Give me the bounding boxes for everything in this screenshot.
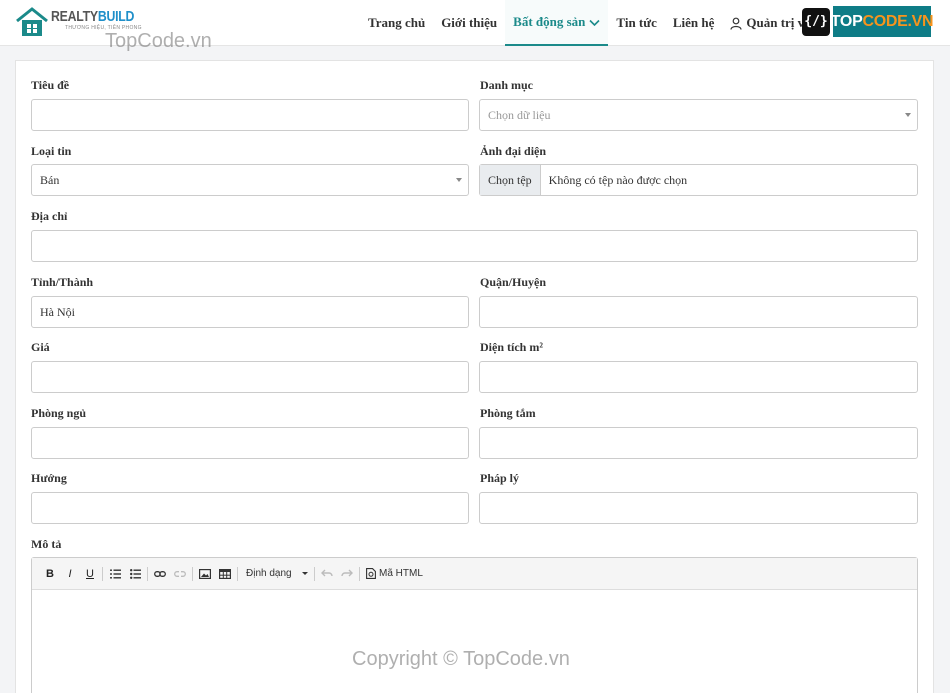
format-dropdown-label: Định dạng bbox=[246, 568, 292, 579]
nav-real-estate[interactable]: Bất động sản bbox=[505, 0, 609, 46]
province-label: Tỉnh/Thành bbox=[31, 275, 94, 289]
description-label: Mô tả bbox=[31, 537, 62, 551]
image-icon bbox=[199, 568, 211, 579]
area-label: Diện tích m² bbox=[480, 340, 543, 354]
undo-icon bbox=[321, 569, 333, 577]
title-input[interactable] bbox=[31, 99, 469, 131]
province-input[interactable]: Hà Nội bbox=[31, 296, 469, 328]
html-source-label: Mã HTML bbox=[379, 568, 423, 579]
toolbar-divider bbox=[192, 566, 193, 581]
table-icon bbox=[219, 568, 231, 579]
avatar-label: Ảnh đại diện bbox=[480, 144, 547, 158]
price-label: Giá bbox=[31, 340, 50, 354]
italic-button[interactable]: I bbox=[60, 564, 80, 584]
ordered-list-icon bbox=[109, 569, 121, 578]
file-status: Không có tệp nào được chọn bbox=[548, 172, 688, 187]
dropdown-caret-icon bbox=[302, 572, 308, 575]
bedrooms-input[interactable] bbox=[31, 427, 469, 459]
nav-about[interactable]: Giới thiệu bbox=[433, 0, 505, 46]
topcode-badge-text: TOP CODE.VN bbox=[831, 6, 934, 37]
legal-input[interactable] bbox=[479, 492, 918, 524]
brand-slogan: THƯƠNG HIỆU, TIÊN PHONG bbox=[65, 25, 142, 31]
category-placeholder: Chọn dữ liệu bbox=[488, 107, 551, 122]
link-icon bbox=[154, 570, 166, 577]
direction-input[interactable] bbox=[31, 492, 469, 524]
toolbar-divider bbox=[314, 566, 315, 581]
toolbar-divider bbox=[147, 566, 148, 581]
undo-button[interactable] bbox=[317, 564, 337, 584]
dropdown-caret-icon bbox=[905, 113, 911, 117]
toolbar-divider bbox=[102, 566, 103, 581]
house-logo-icon bbox=[16, 7, 48, 36]
avatar-file-input[interactable]: Chọn tệp Không có tệp nào được chọn bbox=[479, 164, 918, 196]
direction-label: Hướng bbox=[31, 471, 67, 485]
address-input[interactable] bbox=[31, 230, 918, 262]
choose-file-button[interactable]: Chọn tệp bbox=[480, 165, 541, 195]
source-code-icon bbox=[366, 568, 376, 579]
unlink-icon bbox=[174, 570, 186, 577]
chevron-down-icon bbox=[589, 19, 600, 26]
listing-type-select[interactable]: Bán bbox=[31, 164, 469, 196]
redo-button[interactable] bbox=[337, 564, 357, 584]
listing-type-label: Loại tin bbox=[31, 144, 72, 158]
format-dropdown[interactable]: Định dạng bbox=[240, 568, 312, 579]
price-input[interactable] bbox=[31, 361, 469, 393]
bedrooms-label: Phòng ngủ bbox=[31, 406, 87, 420]
user-icon bbox=[730, 17, 742, 30]
toolbar-divider bbox=[359, 566, 360, 581]
ordered-list-button[interactable] bbox=[105, 564, 125, 584]
image-button[interactable] bbox=[195, 564, 215, 584]
code-bracket-icon: {/} bbox=[802, 7, 830, 36]
description-textarea[interactable] bbox=[32, 590, 917, 693]
bold-button[interactable]: B bbox=[40, 564, 60, 584]
nav-contact[interactable]: Liên hệ bbox=[665, 0, 723, 46]
unlink-button[interactable] bbox=[170, 564, 190, 584]
title-label: Tiêu đề bbox=[31, 78, 70, 92]
address-label: Địa chỉ bbox=[31, 209, 68, 223]
description-editor: B I U Định dạng Mã HTML bbox=[31, 557, 918, 693]
area-input[interactable] bbox=[479, 361, 918, 393]
brand-logo[interactable]: REALTYBUILD THƯƠNG HIỆU, TIÊN PHONG bbox=[15, 6, 152, 40]
toolbar-divider bbox=[237, 566, 238, 581]
dropdown-caret-icon bbox=[456, 178, 462, 182]
bathrooms-input[interactable] bbox=[479, 427, 918, 459]
bathrooms-label: Phòng tắm bbox=[480, 406, 536, 420]
top-navbar: REALTYBUILD THƯƠNG HIỆU, TIÊN PHONG Tran… bbox=[0, 0, 950, 46]
main-nav: Trang chủ Giới thiệu Bất động sản Tin tứ… bbox=[360, 0, 829, 46]
html-source-button[interactable]: Mã HTML bbox=[362, 568, 423, 579]
underline-button[interactable]: U bbox=[80, 564, 100, 584]
redo-icon bbox=[341, 569, 353, 577]
category-label: Danh mục bbox=[480, 78, 534, 92]
district-label: Quận/Huyện bbox=[480, 275, 547, 289]
listing-type-value: Bán bbox=[40, 172, 60, 187]
brand-name: REALTYBUILD bbox=[51, 8, 135, 25]
nav-home[interactable]: Trang chủ bbox=[360, 0, 433, 46]
link-button[interactable] bbox=[150, 564, 170, 584]
bullet-list-button[interactable] bbox=[125, 564, 145, 584]
legal-label: Pháp lý bbox=[480, 471, 520, 485]
nav-news[interactable]: Tin tức bbox=[608, 0, 664, 46]
category-select[interactable]: Chọn dữ liệu bbox=[479, 99, 918, 131]
district-input[interactable] bbox=[479, 296, 918, 328]
topcode-badge: {/} TOP CODE.VN bbox=[802, 6, 934, 37]
table-button[interactable] bbox=[215, 564, 235, 584]
editor-toolbar: B I U Định dạng Mã HTML bbox=[32, 558, 917, 590]
bullet-list-icon bbox=[129, 568, 141, 579]
